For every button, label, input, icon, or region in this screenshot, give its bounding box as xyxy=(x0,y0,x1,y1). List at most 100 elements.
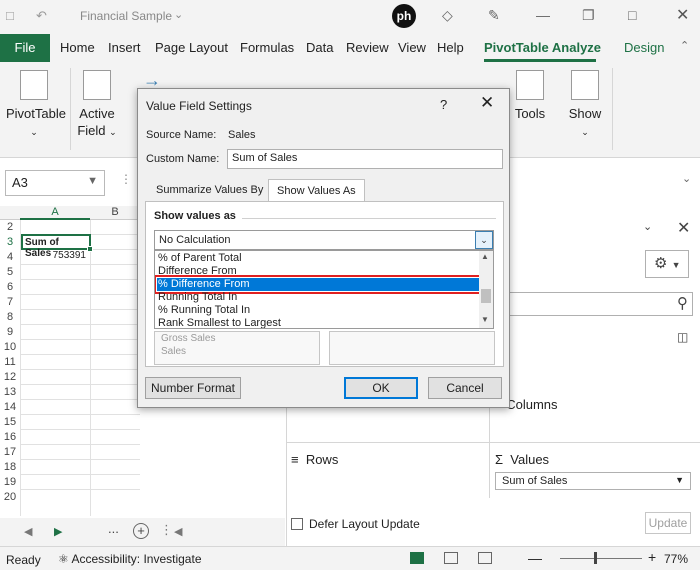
list-item-selected[interactable]: % Difference From xyxy=(155,275,482,294)
custom-name-input[interactable]: Sum of Sales xyxy=(227,149,503,169)
prev-sheet-icon[interactable]: ◀ xyxy=(24,525,32,538)
row-header[interactable]: 9 xyxy=(0,325,20,339)
scroll-down-icon[interactable]: ▼ xyxy=(481,315,489,324)
undo-icon[interactable]: ↶ xyxy=(36,8,47,24)
row-header[interactable]: 17 xyxy=(0,445,20,459)
row-header[interactable]: 13 xyxy=(0,385,20,399)
row-header[interactable]: 5 xyxy=(0,265,20,279)
select-all-corner[interactable] xyxy=(0,206,20,220)
values-field-chip[interactable]: Sum of Sales ▼ xyxy=(495,472,691,490)
tab-file[interactable]: File xyxy=(0,34,50,62)
chevron-down-icon[interactable]: ⌄ xyxy=(174,8,183,21)
pivottable-button[interactable]: PivotTable ⌄ xyxy=(6,70,66,138)
zoom-slider-thumb[interactable] xyxy=(594,552,597,564)
expand-formula-bar-icon[interactable]: ⌄ xyxy=(682,172,691,185)
tab-help[interactable]: Help xyxy=(437,40,464,55)
more-icon[interactable]: ⋮ xyxy=(120,172,132,186)
row-header[interactable]: 12 xyxy=(0,370,20,384)
ok-button[interactable]: OK xyxy=(344,377,418,399)
tab-formulas[interactable]: Formulas xyxy=(240,40,294,55)
name-box[interactable]: A3 ▼ xyxy=(5,170,105,196)
calculation-dropdown-list[interactable]: % of Parent Total Difference From % Diff… xyxy=(154,250,494,329)
diamond-icon[interactable]: ◇ xyxy=(442,7,453,24)
row-header[interactable]: 4 xyxy=(0,250,20,264)
scrollbar-thumb[interactable] xyxy=(481,289,491,303)
tab-review[interactable]: Review xyxy=(346,40,389,55)
row-header[interactable]: 7 xyxy=(0,295,20,309)
page-layout-view-icon[interactable] xyxy=(444,552,458,564)
ribbon-collapse-icon[interactable]: ⌃ xyxy=(680,39,689,52)
worksheet-grid[interactable]: A B 2 3 4 5 6 7 8 9 10 11 12 13 14 15 16… xyxy=(0,206,140,516)
tools-button[interactable]: Tools xyxy=(502,70,558,121)
row-header[interactable]: 10 xyxy=(0,340,20,354)
pane-options-chevron-icon[interactable]: ⌄ xyxy=(643,220,652,233)
restore-icon[interactable]: ❐ xyxy=(582,7,595,24)
close-pane-icon[interactable]: ✕ xyxy=(677,218,690,238)
row-header[interactable]: 18 xyxy=(0,460,20,474)
row-header[interactable]: 6 xyxy=(0,280,20,294)
chevron-down-icon[interactable]: ▼ xyxy=(675,475,684,485)
row-header[interactable]: 16 xyxy=(0,430,20,444)
column-header-b[interactable]: B xyxy=(90,206,140,220)
tab-home[interactable]: Home xyxy=(60,40,95,55)
close-window-icon[interactable]: ✕ xyxy=(676,5,689,25)
settings-gear-button[interactable]: ⚙ ▼ xyxy=(645,250,689,278)
zoom-level[interactable]: 77% xyxy=(664,552,688,566)
list-scrollbar[interactable]: ▲ ▼ xyxy=(479,251,493,328)
cancel-button[interactable]: Cancel xyxy=(428,377,502,399)
minimize-icon[interactable]: — xyxy=(536,7,550,23)
cell-a3-selected[interactable]: Sum of Sales xyxy=(21,234,93,259)
pen-icon[interactable]: ✎ xyxy=(488,7,500,24)
row-header[interactable]: 15 xyxy=(0,415,20,429)
chevron-down-icon[interactable]: ⌄ xyxy=(475,231,493,249)
column-header-a[interactable]: A xyxy=(20,206,90,220)
add-sheet-icon[interactable]: + xyxy=(133,523,149,539)
show-values-as-select[interactable]: No Calculation ⌄ xyxy=(154,230,494,250)
tab-data[interactable]: Data xyxy=(306,40,333,55)
row-header[interactable]: 2 xyxy=(0,220,20,234)
defer-layout-checkbox[interactable] xyxy=(291,518,303,530)
maximize-icon[interactable]: □ xyxy=(628,7,636,23)
update-button[interactable]: Update xyxy=(645,512,691,534)
save-icon[interactable]: □ xyxy=(6,8,14,23)
zoom-slider[interactable] xyxy=(560,558,642,559)
page-break-view-icon[interactable] xyxy=(478,552,492,564)
close-dialog-icon[interactable]: ✕ xyxy=(480,93,494,113)
active-field-button[interactable]: Active Field ⌄ xyxy=(76,70,118,138)
base-item-list[interactable] xyxy=(329,331,495,365)
row-header[interactable]: 14 xyxy=(0,400,20,414)
tab-page-layout[interactable]: Page Layout xyxy=(155,40,228,55)
tab-show-values-as[interactable]: Show Values As xyxy=(268,179,365,201)
tab-summarize-values-by[interactable]: Summarize Values By xyxy=(148,179,271,201)
list-item[interactable]: % of Parent Total xyxy=(157,252,479,265)
row-header[interactable]: 8 xyxy=(0,310,20,324)
accessibility-status[interactable]: ⚛ Accessibility: Investigate xyxy=(58,552,202,566)
zoom-out-icon[interactable]: — xyxy=(528,550,542,566)
normal-view-icon[interactable] xyxy=(410,552,424,564)
row-header[interactable]: 11 xyxy=(0,355,20,369)
field-search-input[interactable]: ⚲ xyxy=(507,292,693,316)
tab-insert[interactable]: Insert xyxy=(108,40,141,55)
list-item[interactable]: % Running Total In xyxy=(157,304,479,317)
sheet-bar-more-icon[interactable]: ⋮ xyxy=(160,522,173,538)
list-item[interactable]: Difference From xyxy=(157,265,479,278)
number-format-button[interactable]: Number Format xyxy=(145,377,241,399)
scroll-left-icon[interactable]: ◀ xyxy=(174,525,182,538)
row-header[interactable]: 19 xyxy=(0,475,20,489)
tab-design[interactable]: Design xyxy=(624,40,664,55)
row-header[interactable]: 3 xyxy=(0,235,20,249)
list-item[interactable]: Running Total In xyxy=(157,291,479,304)
zoom-in-icon[interactable]: + xyxy=(648,549,656,565)
chevron-down-icon[interactable]: ▼ xyxy=(87,175,98,187)
cell-a4[interactable]: 753391 xyxy=(22,250,88,264)
document-title[interactable]: Financial Sample xyxy=(80,9,172,23)
next-sheet-icon[interactable]: ▶ xyxy=(54,525,62,538)
scroll-up-icon[interactable]: ▲ xyxy=(481,252,489,261)
list-item[interactable]: Rank Smallest to Largest xyxy=(157,317,479,328)
row-header[interactable]: 20 xyxy=(0,490,20,504)
field-list-icon[interactable]: ◫ xyxy=(677,330,688,344)
tab-view[interactable]: View xyxy=(398,40,426,55)
show-button[interactable]: Show ⌄ xyxy=(564,70,606,138)
more-sheets[interactable]: ... xyxy=(108,521,119,536)
tab-pivottable-analyze[interactable]: PivotTable Analyze xyxy=(484,40,601,55)
